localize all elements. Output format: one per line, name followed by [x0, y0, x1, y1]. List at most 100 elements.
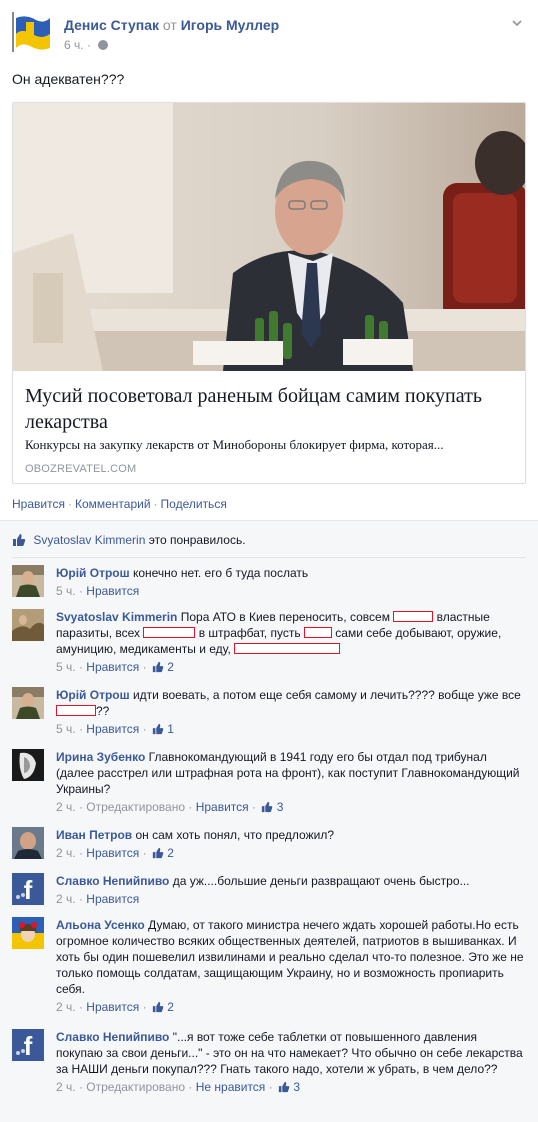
comment-button[interactable]: Комментарий: [75, 497, 151, 511]
to-word: от: [162, 17, 177, 33]
comment-body: Ирина Зубенко Главнокомандующий в 1941 г…: [56, 749, 526, 815]
thumbs-up-icon: [152, 723, 164, 735]
comment-meta: 2 ч. · Отредактировано · Не нравится · 3: [56, 1079, 526, 1095]
comment-author[interactable]: Юрій Отрош: [56, 688, 130, 702]
meta-dot: ·: [78, 846, 83, 860]
thumbs-up-icon: [278, 1081, 290, 1093]
comment-body: Альона Усенко Думаю, от такого министра …: [56, 917, 526, 1015]
comment-body: Юрій Отрош конечно нет. его б туда посла…: [56, 565, 526, 599]
edited-label[interactable]: Отредактировано: [86, 800, 185, 814]
comment-time[interactable]: 2 ч.: [56, 800, 76, 814]
divider: [12, 557, 526, 558]
like-count[interactable]: 2: [167, 1000, 174, 1014]
redacted-word: [234, 643, 341, 654]
thumbs-up-icon: [262, 801, 273, 813]
meta-dot: ·: [78, 722, 83, 736]
commenter-avatar[interactable]: [12, 609, 44, 641]
liker-link[interactable]: Svyatoslav Kimmerin: [33, 533, 145, 547]
actions-sep: ·: [67, 497, 72, 511]
comment-like-button[interactable]: Нравится: [86, 1000, 139, 1014]
comment-text: ??: [96, 704, 110, 718]
meta-dot: ·: [252, 800, 257, 814]
comment-text: да уж....большие деньги развращают очень…: [172, 874, 470, 888]
comment-text: в штрафбат, пусть: [198, 626, 301, 640]
post-author-line: Денис Ступак от Игорь Муллер: [64, 16, 279, 34]
post-target-link[interactable]: Игорь Муллер: [181, 17, 280, 33]
comment-time[interactable]: 2 ч.: [56, 1080, 76, 1094]
commenter-avatar[interactable]: [12, 749, 44, 781]
comment-meta: 5 ч. · Нравится · 2: [56, 659, 526, 675]
comment-text: конечно нет. его б туда послать: [132, 566, 309, 580]
post-author-link[interactable]: Денис Ступак: [64, 17, 159, 33]
like-count[interactable]: 2: [167, 660, 174, 674]
comment-meta: 2 ч. · Отредактировано · Нравится · 3: [56, 799, 526, 815]
comment-text: Пора АТО в Киев переносить, совсем: [180, 610, 390, 624]
comment-body: Славко Непийпиво "...я вот тоже себе таб…: [56, 1029, 526, 1095]
link-title[interactable]: Мусий посоветовал раненым бойцам самим п…: [25, 383, 515, 435]
commenter-avatar[interactable]: [12, 917, 44, 949]
comment-like-button[interactable]: Нравится: [196, 800, 249, 814]
comment-author[interactable]: Иван Петров: [56, 828, 132, 842]
comment-meta: 5 ч. · Нравится: [56, 583, 526, 599]
commenter-avatar[interactable]: [12, 565, 44, 597]
like-count[interactable]: 3: [277, 800, 284, 814]
comment-body: Славко Непийпиво да уж....большие деньги…: [56, 873, 526, 907]
meta-dot: ·: [78, 660, 83, 674]
comment-body: Svyatoslav Kimmerin Пора АТО в Киев пере…: [56, 609, 526, 675]
link-preview-card[interactable]: Мусий посоветовал раненым бойцам самим п…: [12, 102, 526, 484]
comment-like-button[interactable]: Нравится: [86, 846, 139, 860]
comment-time[interactable]: 5 ч.: [56, 660, 76, 674]
commenter-avatar[interactable]: f: [12, 873, 44, 905]
comment-like-button[interactable]: Нравится: [86, 892, 139, 906]
meta-dot: ·: [78, 584, 83, 598]
comment-body: Иван Петров он сам хоть понял, что предл…: [56, 827, 526, 861]
actions-sep: ·: [153, 497, 158, 511]
commenter-avatar[interactable]: [12, 827, 44, 859]
globe-icon[interactable]: [98, 40, 109, 50]
comment-author[interactable]: Славко Непийпиво: [56, 874, 169, 888]
commenter-avatar[interactable]: [12, 687, 44, 719]
comment-like-button[interactable]: Нравится: [86, 584, 139, 598]
edited-label[interactable]: Отредактировано: [86, 1080, 185, 1094]
post-header: Денис Ступак от Игорь Муллер 6 ч. ·: [12, 12, 526, 60]
comment-text: идти воевать, а потом еще себя самому и …: [132, 688, 521, 702]
like-count[interactable]: 3: [293, 1080, 300, 1094]
meta-dot: ·: [142, 722, 147, 736]
post-meta: 6 ч. ·: [64, 38, 109, 52]
author-avatar[interactable]: [12, 12, 52, 52]
comment-author[interactable]: Ирина Зубенко: [56, 750, 145, 764]
chevron-down-icon[interactable]: [510, 16, 524, 30]
share-button[interactable]: Поделиться: [161, 497, 227, 511]
comment-author[interactable]: Svyatoslav Kimmerin: [56, 610, 177, 624]
post-text: Он адекватен???: [12, 71, 125, 87]
link-preview-image[interactable]: [13, 103, 525, 371]
comment-author[interactable]: Славко Непийпиво: [56, 1030, 169, 1044]
commenter-avatar[interactable]: f: [12, 1029, 44, 1061]
comment-time[interactable]: 5 ч.: [56, 584, 76, 598]
likes-suffix: это понравилось.: [148, 533, 246, 547]
meta-dot: ·: [78, 1080, 83, 1094]
meta-dot: ·: [268, 1080, 273, 1094]
comment-like-button[interactable]: Нравится: [86, 660, 139, 674]
comment-author[interactable]: Альона Усенко: [56, 918, 145, 932]
meta-dot: ·: [86, 38, 91, 52]
meta-dot: ·: [78, 800, 83, 814]
meta-dot: ·: [142, 1000, 147, 1014]
like-count[interactable]: 2: [167, 846, 174, 860]
like-button[interactable]: Нравится: [12, 497, 65, 511]
comment-time[interactable]: 2 ч.: [56, 892, 76, 906]
comment-meta: 2 ч. · Нравится · 2: [56, 999, 526, 1015]
comment-time[interactable]: 2 ч.: [56, 1000, 76, 1014]
comment-time[interactable]: 5 ч.: [56, 722, 76, 736]
comment-like-button[interactable]: Нравится: [86, 722, 139, 736]
meta-dot: ·: [188, 1080, 193, 1094]
like-count[interactable]: 1: [167, 722, 174, 736]
meta-dot: ·: [188, 800, 193, 814]
thumbs-up-icon: [152, 661, 164, 673]
comment-unlike-button[interactable]: Не нравится: [196, 1080, 266, 1094]
svg-text:f: f: [24, 1031, 33, 1061]
post-time[interactable]: 6 ч.: [64, 38, 84, 52]
comment-time[interactable]: 2 ч.: [56, 846, 76, 860]
thumbs-up-icon: [152, 847, 164, 859]
comment-author[interactable]: Юрій Отрош: [56, 566, 130, 580]
